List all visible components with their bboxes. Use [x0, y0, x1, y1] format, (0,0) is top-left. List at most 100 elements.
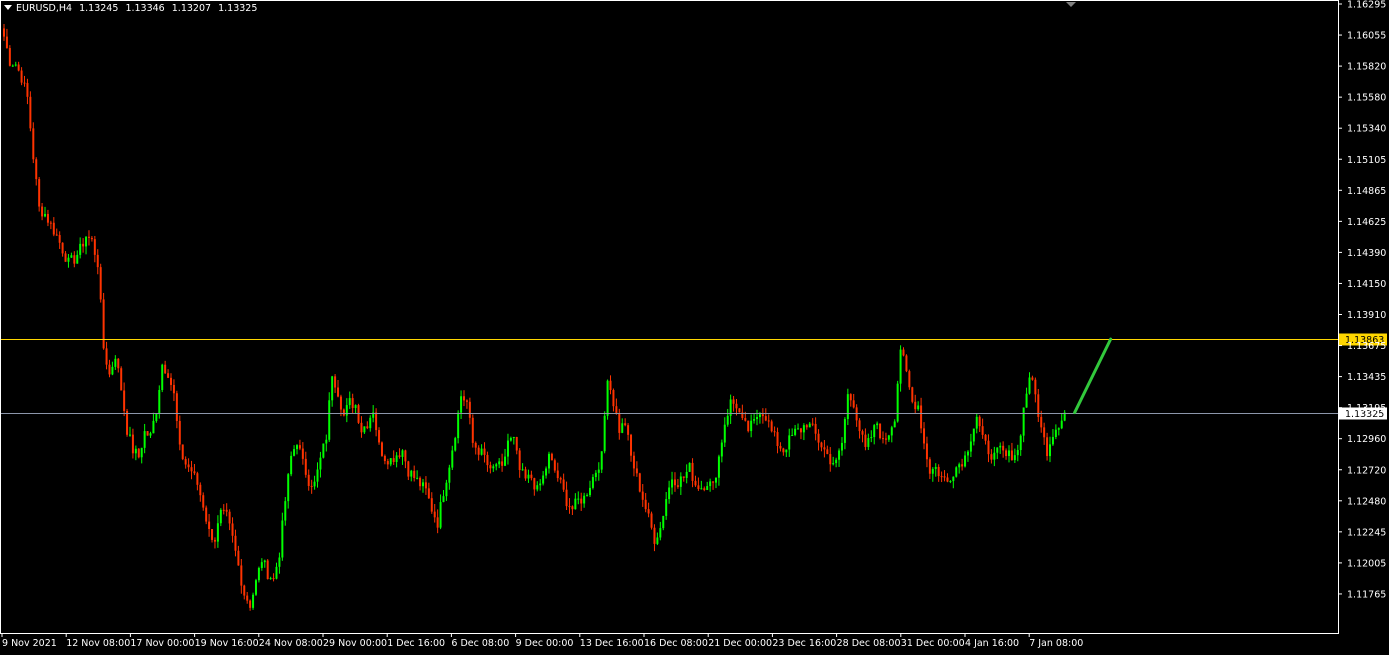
bull-candle [70, 255, 73, 258]
bear-candle [638, 473, 641, 492]
bear-candle [928, 459, 931, 474]
bull-candle [671, 479, 674, 488]
bear-candle [5, 36, 8, 49]
bull-candle [679, 476, 682, 487]
bear-candle [304, 458, 307, 475]
bear-candle [23, 82, 26, 84]
y-tick-label: 1.12720 [1347, 465, 1386, 476]
plot-frame [0, 0, 1339, 634]
bear-candle [744, 418, 747, 421]
bull-candle [969, 441, 972, 452]
bear-candle [407, 461, 410, 477]
price-chart[interactable]: 1.138631.133251.162951.160551.158201.155… [0, 0, 1389, 655]
bear-candle [301, 448, 304, 459]
bear-candle [849, 394, 852, 401]
bear-candle [228, 511, 231, 524]
bull-candle [1028, 377, 1031, 394]
bull-candle [79, 243, 82, 255]
bear-candle [747, 420, 750, 432]
bear-candle [486, 454, 489, 466]
bear-candle [175, 393, 178, 421]
chart-root: 1.13863 1.13325 1.16295 1.16055 1.15820 1.155… [0, 0, 1389, 655]
bull-candle [316, 469, 319, 482]
bear-candle [908, 371, 911, 388]
bear-candle [501, 461, 504, 466]
bear-candle [93, 239, 96, 255]
bull-candle [219, 509, 222, 524]
bear-candle [35, 159, 38, 180]
bull-candle [512, 437, 515, 439]
bear-candle [612, 390, 615, 407]
bear-candle [102, 299, 105, 349]
bull-candle [917, 405, 920, 410]
bull-candle [278, 557, 281, 567]
bull-candle [509, 438, 512, 441]
x-tick-label: 1 Dec 16:00 [387, 638, 445, 649]
bull-candle [656, 537, 659, 544]
bear-candle [211, 529, 214, 540]
bull-candle [545, 468, 548, 476]
bear-candle [905, 355, 908, 372]
bear-candle [436, 517, 439, 528]
bull-candle [659, 528, 662, 538]
bull-candle [14, 64, 17, 66]
bear-candle [779, 446, 782, 449]
bear-candle [196, 473, 199, 485]
bear-candle [213, 539, 216, 542]
x-tick-label: 17 Nov 00:00 [130, 638, 194, 649]
bull-candle [709, 481, 712, 487]
bear-candle [360, 422, 363, 433]
bear-candle [178, 420, 181, 445]
bear-candle [375, 412, 378, 431]
bear-candle [52, 222, 55, 235]
bear-candle [864, 434, 867, 447]
bull-candle [791, 434, 794, 436]
bear-candle [64, 253, 67, 262]
bull-candle [975, 416, 978, 429]
chart-menu-triangle-icon[interactable] [4, 5, 12, 10]
bear-candle [770, 421, 773, 432]
bull-candle [216, 523, 219, 542]
bull-candle [67, 257, 70, 262]
bear-candle [240, 565, 243, 586]
bear-candle [978, 416, 981, 427]
bear-candle [515, 437, 518, 451]
bear-candle [923, 428, 926, 444]
x-tick-label: 31 Dec 00:00 [901, 638, 965, 649]
y-tick-label: 1.14625 [1347, 217, 1386, 228]
bear-candle [826, 449, 829, 455]
bull-candle [76, 254, 79, 264]
x-tick-label: 16 Dec 08:00 [644, 638, 708, 649]
bear-candle [773, 431, 776, 433]
bull-candle [955, 467, 958, 477]
bull-candle [143, 431, 146, 448]
bear-candle [559, 478, 562, 480]
bear-candle [193, 471, 196, 474]
bull-candle [665, 499, 668, 516]
bear-candle [172, 384, 175, 394]
bear-candle [55, 234, 58, 236]
y-tick-label: 1.14390 [1347, 248, 1386, 259]
bull-candle [714, 477, 717, 483]
bull-candle [583, 495, 586, 504]
bull-candle [750, 420, 753, 432]
y-tick-label: 1.11765 [1347, 589, 1386, 600]
bull-candle [290, 455, 293, 475]
y-tick-label: 1.15820 [1347, 62, 1386, 73]
x-tick-label: 29 Nov 00:00 [323, 638, 387, 649]
bull-candle [354, 405, 357, 409]
bear-candle [1031, 377, 1034, 380]
bull-candle [445, 482, 448, 497]
y-tick-label: 1.16295 [1347, 0, 1386, 11]
bear-candle [805, 425, 808, 428]
bear-candle [108, 364, 111, 375]
bull-candle [966, 451, 969, 456]
bull-candle [395, 455, 398, 462]
bull-candle [161, 364, 164, 391]
bull-candle [870, 437, 873, 439]
bull-candle [389, 458, 392, 465]
bear-candle [3, 28, 5, 37]
bear-candle [943, 476, 946, 478]
bull-candle [594, 472, 597, 478]
bull-candle [621, 423, 624, 433]
